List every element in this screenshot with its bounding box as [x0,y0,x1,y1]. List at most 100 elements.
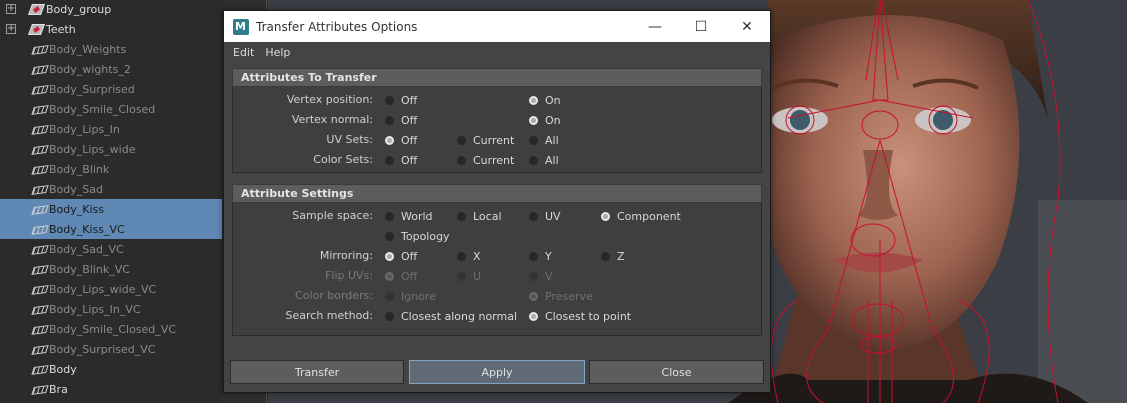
radio-option[interactable]: Z [601,246,625,266]
section-body: Sample space: World Local UV Component Topolo… [232,203,762,336]
radio-unselected-icon[interactable] [385,231,394,241]
radio-selected-icon[interactable] [529,95,538,105]
radio-option[interactable]: Closest along normal [385,306,517,326]
dialog-title: Transfer Attributes Options [256,19,418,34]
mesh-icon [32,44,47,54]
radio-option[interactable]: Current [457,130,514,150]
outliner-item[interactable]: Body_Surprised [0,79,222,99]
outliner-item[interactable]: Body_Smile_Closed [0,99,222,119]
apply-button[interactable]: Apply [409,360,585,384]
radio-option[interactable]: Closest to point [529,306,631,326]
mesh-icon [32,104,47,114]
radio-option-label: Local [473,209,502,223]
outliner-item[interactable]: Body_Smile_Closed_VC [0,319,222,339]
outliner-item[interactable]: Body_Blink_VC [0,259,222,279]
radio-option[interactable]: On [529,90,561,110]
radio-unselected-icon[interactable] [529,155,538,165]
outliner-item[interactable]: Body [0,359,222,379]
outliner-item[interactable]: Body_Lips_wide [0,139,222,159]
outliner-item[interactable]: Body_Sad_VC [0,239,222,259]
radio-option[interactable]: Component [601,206,681,226]
radio-option[interactable]: Current [457,150,514,170]
expand-icon[interactable]: + [6,24,16,34]
radio-option[interactable]: X [457,246,481,266]
radio-option[interactable]: Topology [385,226,450,246]
radio-option[interactable]: Off [385,110,417,130]
radio-option-label: Off [401,153,418,167]
option-row: Sample space: World Local UV Component [233,206,761,226]
radio-option: U [457,266,481,286]
radio-unselected-icon[interactable] [601,251,610,261]
outliner-item-label: Body_Surprised_VC [49,342,156,356]
radio-unselected-icon[interactable] [385,211,394,221]
radio-selected-icon[interactable] [529,311,538,321]
outliner-item[interactable]: + Teeth [0,19,222,39]
mesh-icon [32,84,47,94]
section-header[interactable]: Attribute Settings [232,184,762,203]
radio-option[interactable]: UV [529,206,561,226]
radio-unselected-icon[interactable] [385,311,394,321]
radio-unselected-icon[interactable] [529,251,538,261]
radio-option-label: Off [401,269,418,283]
radio-unselected-icon[interactable] [529,135,538,145]
apply-button-label: Apply [481,365,513,379]
outliner-item[interactable]: Body_Weights [0,39,222,59]
outliner-item[interactable]: Body_Lips_In_VC [0,299,222,319]
radio-unselected-icon[interactable] [385,95,394,105]
outliner-item[interactable]: Body_Surprised_VC [0,339,222,359]
outliner-item[interactable]: Body_Lips_wide_VC [0,279,222,299]
outliner-item[interactable]: Body_Blink [0,159,222,179]
section-header[interactable]: Attributes To Transfer [232,68,762,87]
radio-unselected-icon[interactable] [385,155,394,165]
outliner-item[interactable]: Body_wights_2 [0,59,222,79]
radio-option[interactable]: Off [385,246,417,266]
close-button[interactable]: Close [589,360,764,384]
outliner-item[interactable]: + Body_group [0,0,222,19]
outliner-item-label: Body_Smile_Closed_VC [49,322,176,336]
outliner-item[interactable]: Body_Lips_In [0,119,222,139]
background-wall [1038,200,1127,403]
radio-unselected-icon[interactable] [457,135,466,145]
option-row: UV Sets: Off Current All [233,130,761,150]
radio-option[interactable]: Local [457,206,502,226]
radio-unselected-icon[interactable] [457,211,466,221]
radio-unselected-icon[interactable] [385,115,394,125]
minimize-button[interactable]: — [632,11,678,42]
option-row: Flip UVs: Off U V [233,266,761,286]
outliner-item[interactable]: Body_Kiss [0,199,222,219]
radio-option[interactable]: All [529,130,559,150]
radio-option-label: Ignore [401,289,436,303]
radio-option-label: Off [401,113,418,127]
radio-unselected-icon[interactable] [457,251,466,261]
outliner-item-label: Body_Blink_VC [49,262,130,276]
radio-option[interactable]: Off [385,90,417,110]
expand-icon[interactable]: + [6,4,16,14]
radio-unselected-icon[interactable] [529,211,538,221]
transfer-button[interactable]: Transfer [230,360,404,384]
menu-help[interactable]: Help [262,46,298,59]
radio-option[interactable]: On [529,110,561,130]
radio-option[interactable]: All [529,150,559,170]
maximize-button[interactable]: ☐ [678,11,724,42]
radio-unselected-icon[interactable] [457,155,466,165]
outliner-item[interactable]: Body_Kiss_VC [0,219,222,239]
minimize-icon: — [648,18,662,35]
close-window-button[interactable]: ✕ [724,11,770,42]
radio-selected-icon[interactable] [601,211,610,221]
mesh-icon [32,184,47,194]
radio-option-label: Current [473,153,515,167]
radio-option[interactable]: Y [529,246,552,266]
option-row-label: Flip UVs: [325,269,373,282]
menu-edit[interactable]: Edit [224,46,262,59]
radio-selected-icon[interactable] [385,251,394,261]
radio-selected-icon[interactable] [529,115,538,125]
radio-selected-icon [385,271,394,281]
radio-selected-icon[interactable] [385,135,394,145]
radio-option[interactable]: World [385,206,433,226]
outliner-item[interactable]: Body_Sad [0,179,222,199]
radio-option[interactable]: Off [385,130,417,150]
outliner-item[interactable]: Bra [0,379,222,399]
radio-option[interactable]: Off [385,150,417,170]
dialog-titlebar[interactable]: Transfer Attributes Options — ☐ ✕ [224,11,770,42]
transform-group-icon [27,3,46,15]
